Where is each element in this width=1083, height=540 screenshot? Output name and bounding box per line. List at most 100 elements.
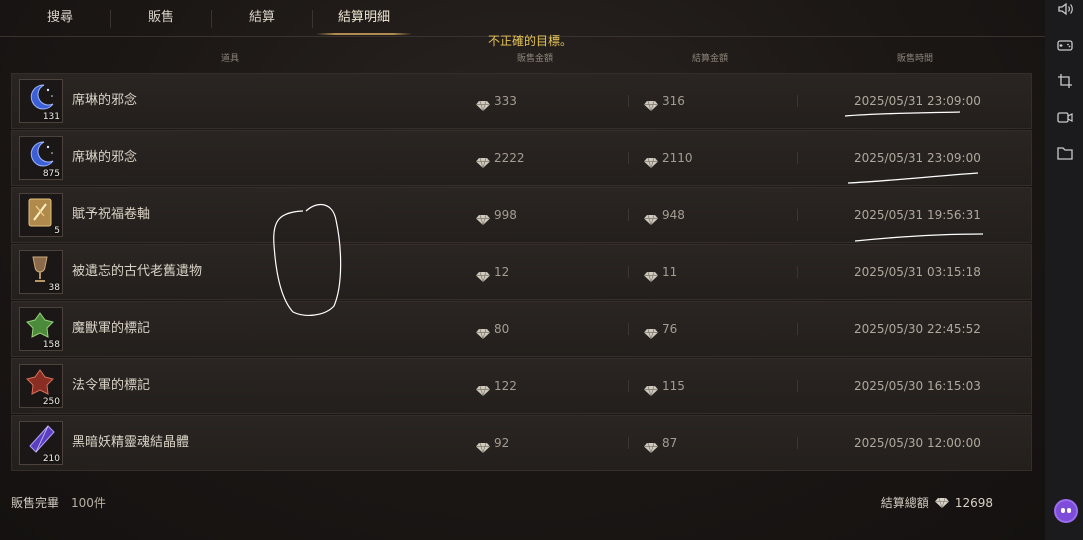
settle-amount: 316 bbox=[662, 94, 685, 108]
warning-message: 不正確的目標。 bbox=[487, 34, 572, 48]
column-divider bbox=[628, 437, 629, 449]
item-quantity: 250 bbox=[42, 397, 60, 407]
sale-time: 2025/05/30 12:00:00 bbox=[854, 436, 981, 450]
column-header-item: 道具 bbox=[220, 54, 239, 64]
column-header-time: 販售時間 bbox=[896, 54, 933, 64]
sold-label: 販售完畢 bbox=[11, 496, 60, 510]
sold-count: 100件 bbox=[71, 496, 106, 510]
table-row[interactable]: 210 黑暗妖精靈魂結晶體 92 87 2025/05/30 12:00:00 bbox=[11, 415, 1032, 471]
sale-time: 2025/05/31 23:09:00 bbox=[854, 151, 981, 165]
sold-summary: 販售完畢 100件 bbox=[11, 494, 106, 511]
column-divider bbox=[797, 266, 798, 278]
video-icon[interactable] bbox=[1056, 108, 1074, 126]
settlement-total: 結算總額 12698 bbox=[881, 494, 993, 511]
diamond-icon bbox=[476, 96, 490, 115]
assistant-avatar-icon[interactable] bbox=[1056, 501, 1076, 521]
sale-amount: 998 bbox=[494, 208, 517, 222]
diamond-icon bbox=[644, 324, 658, 343]
item-slot[interactable]: 250 bbox=[19, 364, 63, 408]
table-row[interactable]: 250 法令軍的標記 122 115 2025/05/30 16:15:03 bbox=[11, 358, 1032, 414]
diamond-icon bbox=[644, 438, 658, 457]
column-header-settle: 結算金額 bbox=[691, 54, 728, 64]
column-divider bbox=[628, 266, 629, 278]
diamond-icon bbox=[476, 324, 490, 343]
sale-time: 2025/05/30 22:45:52 bbox=[854, 322, 981, 336]
table-row[interactable]: 875 席琳的邪念 2222 2110 2025/05/31 23:09:00 bbox=[11, 130, 1032, 186]
column-divider bbox=[797, 209, 798, 221]
item-name: 法令軍的標記 bbox=[72, 378, 151, 393]
speaker-icon[interactable] bbox=[1056, 0, 1074, 18]
item-quantity: 875 bbox=[42, 169, 60, 179]
sale-amount: 2222 bbox=[494, 151, 525, 165]
diamond-icon bbox=[476, 438, 490, 457]
item-quantity: 131 bbox=[42, 112, 60, 122]
settlement-panel: 搜尋 販售 結算 結算明細 不正確的目標。 道具 販售金額 結算金額 販售時間 … bbox=[0, 0, 1045, 540]
settle-amount: 948 bbox=[662, 208, 685, 222]
item-slot[interactable]: 5 bbox=[19, 193, 63, 237]
item-slot[interactable]: 875 bbox=[19, 136, 63, 180]
item-slot[interactable]: 38 bbox=[19, 250, 63, 294]
settle-amount: 87 bbox=[662, 436, 678, 450]
table-row[interactable]: 131 席琳的邪念 333 316 2025/05/31 23:09:00 bbox=[11, 73, 1032, 129]
table-row[interactable]: 158 魔獸軍的標記 80 76 2025/05/30 22:45:52 bbox=[11, 301, 1032, 357]
settle-amount: 2110 bbox=[662, 151, 693, 165]
total-value: 12698 bbox=[954, 495, 993, 510]
diamond-icon bbox=[476, 153, 490, 172]
tab-settle[interactable]: 結算 bbox=[212, 0, 313, 36]
column-divider bbox=[628, 323, 629, 335]
column-divider bbox=[797, 380, 798, 392]
item-name: 被遺忘的古代老舊遺物 bbox=[72, 264, 203, 279]
settle-amount: 76 bbox=[662, 322, 678, 336]
item-name: 賦予祝福卷軸 bbox=[72, 207, 151, 222]
item-quantity: 158 bbox=[42, 340, 60, 350]
tab-sell[interactable]: 販售 bbox=[111, 0, 212, 36]
diamond-icon bbox=[644, 267, 658, 286]
column-divider bbox=[628, 209, 629, 221]
diamond-icon bbox=[934, 497, 949, 508]
column-divider bbox=[797, 95, 798, 107]
settlement-list: 131 席琳的邪念 333 316 2025/05/31 23:09:00 875 席琳的邪… bbox=[11, 73, 1032, 483]
crop-icon[interactable] bbox=[1056, 72, 1074, 90]
tab-search[interactable]: 搜尋 bbox=[10, 0, 111, 36]
sale-amount: 12 bbox=[494, 265, 510, 279]
sale-time: 2025/05/30 16:15:03 bbox=[854, 379, 981, 393]
column-divider bbox=[797, 152, 798, 164]
folder-icon[interactable] bbox=[1056, 144, 1074, 162]
item-slot[interactable]: 210 bbox=[19, 421, 63, 465]
column-divider bbox=[797, 323, 798, 335]
item-name: 席琳的邪念 bbox=[72, 93, 138, 108]
total-label: 結算總額 bbox=[880, 496, 929, 510]
item-quantity: 5 bbox=[54, 226, 60, 236]
item-quantity: 38 bbox=[48, 283, 60, 293]
settle-amount: 11 bbox=[662, 265, 678, 279]
settle-amount: 115 bbox=[662, 379, 685, 393]
diamond-icon bbox=[644, 96, 658, 115]
sale-amount: 333 bbox=[494, 94, 517, 108]
sale-time: 2025/05/31 23:09:00 bbox=[854, 94, 981, 108]
column-divider bbox=[797, 437, 798, 449]
sale-time: 2025/05/31 03:15:18 bbox=[854, 265, 981, 279]
gamepad-icon[interactable] bbox=[1056, 36, 1074, 54]
diamond-icon bbox=[476, 267, 490, 286]
item-slot[interactable]: 131 bbox=[19, 79, 63, 123]
column-header-sale: 販售金額 bbox=[516, 54, 553, 64]
table-row[interactable]: 38 被遺忘的古代老舊遺物 12 11 2025/05/31 03:15:18 bbox=[11, 244, 1032, 300]
sale-amount: 80 bbox=[494, 322, 510, 336]
diamond-icon bbox=[644, 381, 658, 400]
item-name: 魔獸軍的標記 bbox=[72, 321, 151, 336]
diamond-icon bbox=[644, 153, 658, 172]
side-toolbar bbox=[1045, 0, 1083, 540]
item-slot[interactable]: 158 bbox=[19, 307, 63, 351]
item-name: 黑暗妖精靈魂結晶體 bbox=[72, 435, 190, 450]
sale-amount: 92 bbox=[494, 436, 510, 450]
tab-settlement-details[interactable]: 結算明細 bbox=[314, 0, 414, 36]
column-divider bbox=[628, 95, 629, 107]
diamond-icon bbox=[476, 381, 490, 400]
column-divider bbox=[628, 152, 629, 164]
column-divider bbox=[628, 380, 629, 392]
diamond-icon bbox=[644, 210, 658, 229]
item-name: 席琳的邪念 bbox=[72, 150, 138, 165]
table-row[interactable]: 5 賦予祝福卷軸 998 948 2025/05/31 19:56:31 bbox=[11, 187, 1032, 243]
diamond-icon bbox=[476, 210, 490, 229]
item-quantity: 210 bbox=[42, 454, 60, 464]
